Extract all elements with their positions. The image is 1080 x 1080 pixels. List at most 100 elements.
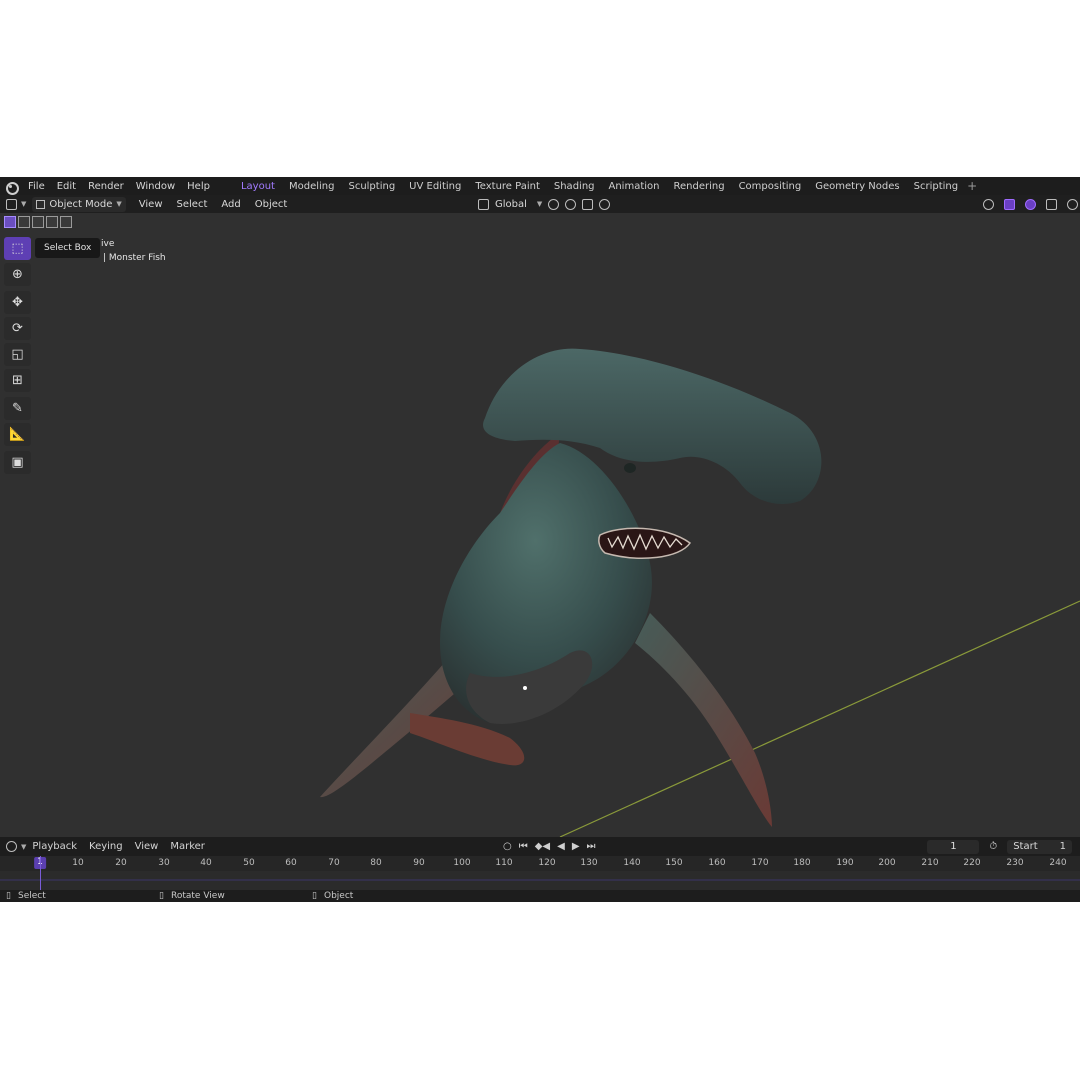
transform-tool[interactable]: ⊞ bbox=[4, 369, 31, 392]
tool-shelf: ⬚ ⊕ ✥ ⟳ ◱ ⊞ ✎ 📐 ▣ bbox=[4, 237, 31, 477]
menu-edit[interactable]: Edit bbox=[57, 181, 76, 192]
chevron-down-icon: ▼ bbox=[536, 200, 543, 208]
annotate-icon: ✎ bbox=[12, 401, 23, 416]
start-frame-field[interactable]: Start 1 bbox=[1007, 839, 1072, 854]
monster-fish-model[interactable] bbox=[320, 348, 822, 827]
frame-tick: 140 bbox=[623, 858, 641, 868]
frame-tick: 150 bbox=[665, 858, 683, 868]
menu-select[interactable]: Select bbox=[177, 199, 208, 210]
viewport-info-line2: | Monster Fish bbox=[103, 253, 166, 263]
snap-icon[interactable] bbox=[565, 198, 577, 210]
tab-uv-editing[interactable]: UV Editing bbox=[402, 181, 468, 192]
tab-compositing[interactable]: Compositing bbox=[732, 181, 809, 192]
tab-layout[interactable]: Layout bbox=[234, 181, 282, 192]
frame-controls: 1 ⏱ Start 1 bbox=[927, 837, 1072, 856]
playhead[interactable] bbox=[40, 856, 41, 890]
viewport-header: ▼ Object Mode ▼ View Select Add Object G… bbox=[0, 195, 1080, 213]
shading-solid-icon[interactable] bbox=[1067, 198, 1078, 210]
record-icon[interactable]: ○ bbox=[503, 841, 512, 852]
select-new-icon[interactable] bbox=[4, 216, 16, 228]
tab-animation[interactable]: Animation bbox=[602, 181, 667, 192]
tab-texture-paint[interactable]: Texture Paint bbox=[468, 181, 547, 192]
menu-keying[interactable]: Keying bbox=[89, 841, 123, 852]
add-cube-tool[interactable]: ▣ bbox=[4, 451, 31, 474]
menu-marker[interactable]: Marker bbox=[170, 841, 205, 852]
frame-tick: 230 bbox=[1006, 858, 1024, 868]
menu-object[interactable]: Object bbox=[255, 199, 288, 210]
mouse-right-icon: ▯ bbox=[312, 891, 317, 901]
tab-sculpting[interactable]: Sculpting bbox=[341, 181, 402, 192]
menu-view[interactable]: View bbox=[139, 199, 163, 210]
stopwatch-icon[interactable]: ⏱ bbox=[989, 841, 997, 852]
prev-keyframe-icon[interactable]: ◆◀ bbox=[535, 841, 550, 852]
frame-tick: 20 bbox=[115, 858, 127, 868]
tab-scripting[interactable]: Scripting bbox=[907, 181, 965, 192]
tooltip: Select Box bbox=[35, 238, 101, 258]
menu-file[interactable]: File bbox=[28, 181, 45, 192]
menu-add[interactable]: Add bbox=[221, 199, 240, 210]
tab-rendering[interactable]: Rendering bbox=[666, 181, 731, 192]
visibility-icon[interactable] bbox=[983, 198, 994, 210]
jump-end-icon[interactable]: ⏭ bbox=[587, 841, 596, 852]
blender-window: File Edit Render Window Help Layout Mode… bbox=[0, 177, 1080, 902]
jump-start-icon[interactable]: ⏮ bbox=[519, 841, 528, 852]
select-intersect-icon[interactable] bbox=[60, 216, 72, 228]
viewport-3d[interactable] bbox=[0, 213, 1080, 837]
select-box-tool[interactable]: ⬚ bbox=[4, 237, 31, 260]
cursor-tool[interactable]: ⊕ bbox=[4, 263, 31, 286]
proportional-edit-icon[interactable] bbox=[599, 198, 611, 210]
overlay-icon[interactable] bbox=[1025, 198, 1036, 210]
snap-target-icon[interactable] bbox=[582, 198, 594, 210]
play-reverse-icon[interactable]: ◀ bbox=[557, 841, 565, 852]
timeline-tracks[interactable] bbox=[0, 871, 1080, 890]
pivot-point-icon[interactable] bbox=[548, 198, 560, 210]
menu-window[interactable]: Window bbox=[136, 181, 175, 192]
measure-icon: 📐 bbox=[9, 427, 26, 442]
annotate-tool[interactable]: ✎ bbox=[4, 397, 31, 420]
workspace-tabs: Layout Modeling Sculpting UV Editing Tex… bbox=[234, 181, 965, 192]
measure-tool[interactable]: 📐 bbox=[4, 423, 31, 446]
rotate-tool[interactable]: ⟳ bbox=[4, 317, 31, 340]
frame-tick: 180 bbox=[793, 858, 811, 868]
play-icon[interactable]: ▶ bbox=[572, 841, 580, 852]
frame-tick: 110 bbox=[495, 858, 513, 868]
tab-geometry-nodes[interactable]: Geometry Nodes bbox=[808, 181, 906, 192]
blender-logo-icon[interactable] bbox=[4, 179, 19, 195]
move-tool[interactable]: ✥ bbox=[4, 291, 31, 314]
menu-playback[interactable]: Playback bbox=[32, 841, 77, 852]
editor-type-button[interactable]: ▼ bbox=[6, 198, 27, 210]
select-extend-icon[interactable] bbox=[18, 216, 30, 228]
tab-modeling[interactable]: Modeling bbox=[282, 181, 342, 192]
add-cube-icon: ▣ bbox=[11, 455, 24, 470]
main-menu: File Edit Render Window Help bbox=[22, 181, 216, 192]
playback-controls: ○ ⏮ ◆◀ ◀ ▶ ⏭ bbox=[503, 837, 596, 856]
chevron-down-icon: ▼ bbox=[116, 200, 122, 208]
frame-tick: 60 bbox=[285, 858, 297, 868]
scale-tool[interactable]: ◱ bbox=[4, 343, 31, 366]
axis-line-x bbox=[559, 600, 1080, 837]
select-subtract-icon[interactable] bbox=[32, 216, 44, 228]
status-rotate: Rotate View bbox=[171, 891, 225, 901]
frame-tick: 90 bbox=[413, 858, 425, 868]
gizmo-icon[interactable] bbox=[1004, 198, 1015, 210]
object-mode-label: Object Mode bbox=[49, 198, 113, 210]
object-mode-dropdown[interactable]: Object Mode ▼ bbox=[32, 196, 126, 212]
chevron-down-icon: ▼ bbox=[21, 200, 27, 208]
add-workspace-button[interactable]: + bbox=[967, 179, 977, 193]
frame-tick: 120 bbox=[538, 858, 556, 868]
transform-orientation-dropdown[interactable]: Global bbox=[495, 199, 527, 210]
frame-tick: 10 bbox=[72, 858, 84, 868]
menu-render[interactable]: Render bbox=[88, 181, 124, 192]
timeline-ruler[interactable]: 1 10 20 30 40 50 60 70 80 90 100 110 120… bbox=[0, 856, 1080, 871]
current-frame-field[interactable]: 1 bbox=[927, 839, 980, 854]
scale-icon: ◱ bbox=[11, 347, 24, 362]
top-menu-bar: File Edit Render Window Help Layout Mode… bbox=[0, 177, 1080, 195]
xray-icon[interactable] bbox=[1046, 198, 1057, 210]
menu-timeline-view[interactable]: View bbox=[135, 841, 159, 852]
tab-shading[interactable]: Shading bbox=[547, 181, 602, 192]
timeline-editor-icon[interactable] bbox=[6, 841, 17, 852]
select-box-icon: ⬚ bbox=[11, 241, 24, 256]
select-invert-icon[interactable] bbox=[46, 216, 58, 228]
menu-help[interactable]: Help bbox=[187, 181, 210, 192]
cube-icon bbox=[36, 199, 46, 209]
